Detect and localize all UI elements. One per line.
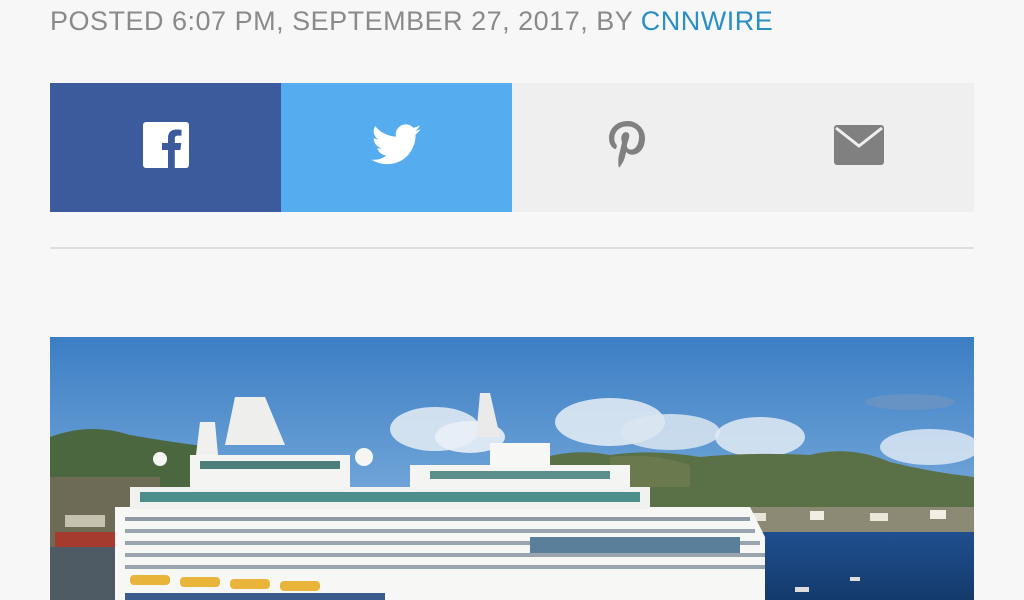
author-link[interactable]: CNNWIRE: [641, 6, 774, 36]
email-share-button[interactable]: [743, 83, 974, 212]
article-byline: POSTED 6:07 PM, SEPTEMBER 27, 2017, BY C…: [50, 6, 773, 37]
cruise-ship-photo: [50, 337, 974, 600]
share-bar: [50, 83, 974, 212]
byline-text: POSTED 6:07 PM, SEPTEMBER 27, 2017, BY: [50, 6, 641, 36]
facebook-icon: [142, 122, 189, 173]
hero-image[interactable]: [50, 337, 974, 600]
facebook-share-button[interactable]: [50, 83, 281, 212]
pinterest-share-button[interactable]: [512, 83, 743, 212]
email-icon: [833, 125, 884, 170]
article-page: POSTED 6:07 PM, SEPTEMBER 27, 2017, BY C…: [0, 0, 1024, 600]
pinterest-icon: [606, 118, 650, 177]
twitter-icon: [371, 124, 422, 171]
section-divider: [50, 247, 974, 249]
twitter-share-button[interactable]: [281, 83, 512, 212]
